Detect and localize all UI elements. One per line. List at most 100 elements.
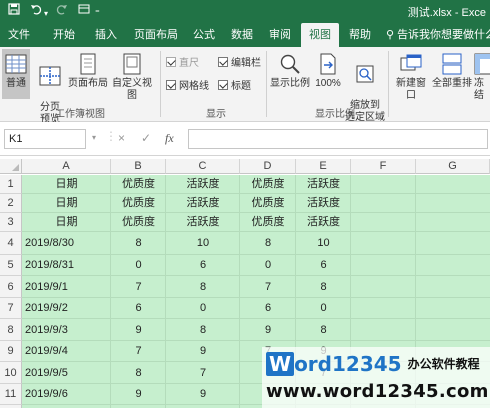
- name-box[interactable]: K1: [4, 129, 86, 149]
- row-header[interactable]: 3: [0, 213, 22, 232]
- tab-view[interactable]: 视图: [301, 23, 339, 47]
- cell-b3[interactable]: 优质度: [114, 213, 163, 232]
- select-all-button[interactable]: [0, 159, 22, 174]
- column-header-d[interactable]: D: [240, 159, 296, 174]
- cell-b11[interactable]: 9: [114, 384, 163, 405]
- customize-toolbar-icon[interactable]: ⁼: [95, 5, 100, 21]
- cell-d8[interactable]: 9: [243, 319, 293, 341]
- cell-c4[interactable]: 10: [169, 232, 237, 255]
- cell-b10[interactable]: 8: [114, 362, 163, 384]
- cell-d7[interactable]: 6: [243, 298, 293, 319]
- row-header[interactable]: 11: [0, 384, 22, 405]
- enter-icon[interactable]: ✓: [141, 131, 151, 145]
- cell-a1[interactable]: 日期: [25, 175, 108, 194]
- insert-function-icon[interactable]: fx: [165, 131, 174, 146]
- cell-b4[interactable]: 8: [114, 232, 163, 255]
- column-header-c[interactable]: C: [166, 159, 240, 174]
- cell-a8[interactable]: 2019/9/3: [25, 319, 108, 341]
- column-header-g[interactable]: G: [416, 159, 490, 174]
- cell-c7[interactable]: 0: [169, 298, 237, 319]
- cell-e6[interactable]: 8: [299, 276, 348, 298]
- normal-view-button[interactable]: 普通: [2, 49, 30, 99]
- cell-d2[interactable]: 优质度: [243, 194, 293, 213]
- cell-e8[interactable]: 8: [299, 319, 348, 341]
- cell-c10[interactable]: 7: [169, 362, 237, 384]
- resize-handle-icon[interactable]: ⋮: [105, 129, 117, 143]
- cell-a6[interactable]: 2019/9/1: [25, 276, 108, 298]
- cell-d6[interactable]: 7: [243, 276, 293, 298]
- zoom-to-selection-button[interactable]: 缩放到 选定区域: [345, 49, 385, 123]
- row-header[interactable]: 10: [0, 362, 22, 384]
- cell-e2[interactable]: 活跃度: [299, 194, 348, 213]
- page-layout-button[interactable]: 页面布局: [68, 49, 108, 99]
- cell-e4[interactable]: 10: [299, 232, 348, 255]
- ruler-checkbox[interactable]: 直尺: [166, 57, 199, 70]
- row-header[interactable]: 8: [0, 319, 22, 341]
- cell-d5[interactable]: 0: [243, 255, 293, 276]
- row-header[interactable]: 6: [0, 276, 22, 298]
- redo-icon[interactable]: [56, 3, 68, 19]
- tab-home[interactable]: 开始: [42, 23, 86, 47]
- column-header-e[interactable]: E: [296, 159, 351, 174]
- cell-e3[interactable]: 活跃度: [299, 213, 348, 232]
- cell-b1[interactable]: 优质度: [114, 175, 163, 194]
- cell-c5[interactable]: 6: [169, 255, 237, 276]
- cell-d1[interactable]: 优质度: [243, 175, 293, 194]
- name-box-dropdown-icon[interactable]: ▾: [92, 133, 96, 142]
- cell-a3[interactable]: 日期: [25, 213, 108, 232]
- formula-input[interactable]: [188, 129, 488, 149]
- cell-a11[interactable]: 2019/9/6: [25, 384, 108, 405]
- cancel-icon[interactable]: ×: [118, 131, 125, 145]
- tab-review[interactable]: 审阅: [262, 23, 298, 47]
- tab-page-layout[interactable]: 页面布局: [128, 23, 184, 47]
- undo-icon[interactable]: [30, 3, 42, 19]
- cell-a2[interactable]: 日期: [25, 194, 108, 213]
- page-break-preview-button[interactable]: 分页 预览: [34, 49, 66, 125]
- cell-b6[interactable]: 7: [114, 276, 163, 298]
- row-header[interactable]: 5: [0, 255, 22, 276]
- new-window-button[interactable]: 新建窗口: [392, 49, 430, 101]
- cell-a5[interactable]: 2019/8/31: [25, 255, 108, 276]
- cell-a7[interactable]: 2019/9/2: [25, 298, 108, 319]
- cell-d3[interactable]: 优质度: [243, 213, 293, 232]
- cell-e7[interactable]: 0: [299, 298, 348, 319]
- column-header-a[interactable]: A: [22, 159, 111, 174]
- cell-c3[interactable]: 活跃度: [169, 213, 237, 232]
- zoom-100-button[interactable]: 100%: [312, 49, 344, 99]
- tell-me-box[interactable]: ⚲ 告诉我你想要做什么: [386, 23, 490, 47]
- cell-e1[interactable]: 活跃度: [299, 175, 348, 194]
- tab-help[interactable]: 帮助: [342, 23, 378, 47]
- cell-b5[interactable]: 0: [114, 255, 163, 276]
- cell-c9[interactable]: 9: [169, 341, 237, 362]
- column-header-f[interactable]: F: [351, 159, 416, 174]
- gridlines-checkbox[interactable]: 网格线: [166, 80, 209, 93]
- cell-c1[interactable]: 活跃度: [169, 175, 237, 194]
- row-header[interactable]: 9: [0, 341, 22, 362]
- zoom-button[interactable]: 显示比例: [270, 49, 310, 99]
- cell-c6[interactable]: 8: [169, 276, 237, 298]
- arrange-all-button[interactable]: 全部重排: [432, 49, 472, 99]
- cell-b7[interactable]: 6: [114, 298, 163, 319]
- cell-b8[interactable]: 9: [114, 319, 163, 341]
- row-header[interactable]: 7: [0, 298, 22, 319]
- cell-b2[interactable]: 优质度: [114, 194, 163, 213]
- cell-c11[interactable]: 9: [169, 384, 237, 405]
- cell-c2[interactable]: 活跃度: [169, 194, 237, 213]
- column-header-b[interactable]: B: [111, 159, 166, 174]
- cell-a9[interactable]: 2019/9/4: [25, 341, 108, 362]
- tab-data[interactable]: 数据: [224, 23, 260, 47]
- cell-b9[interactable]: 7: [114, 341, 163, 362]
- cell-d4[interactable]: 8: [243, 232, 293, 255]
- cell-a10[interactable]: 2019/9/5: [25, 362, 108, 384]
- row-header[interactable]: 2: [0, 194, 22, 213]
- tab-insert[interactable]: 插入: [86, 23, 126, 47]
- tab-formulas[interactable]: 公式: [186, 23, 222, 47]
- row-header[interactable]: 4: [0, 232, 22, 255]
- tab-file[interactable]: 文件: [2, 23, 36, 47]
- save-icon[interactable]: [8, 3, 20, 19]
- headings-checkbox[interactable]: 标题: [218, 80, 251, 93]
- cell-c8[interactable]: 8: [169, 319, 237, 341]
- undo-dropdown-icon[interactable]: ▾: [44, 6, 48, 22]
- formula-bar-checkbox[interactable]: 编辑栏: [218, 57, 261, 70]
- cell-e5[interactable]: 6: [299, 255, 348, 276]
